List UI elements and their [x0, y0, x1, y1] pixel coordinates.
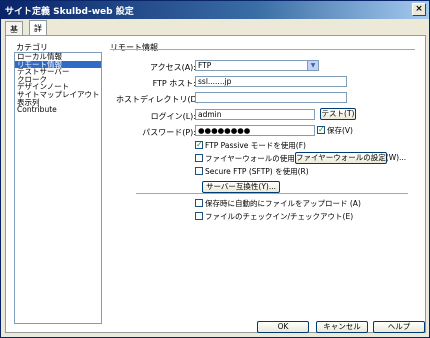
cancel-button[interactable]: キャンセル	[316, 321, 368, 333]
save-checkbox-label: 保存(V)	[327, 126, 353, 135]
auto-upload-checkbox-label: 保存時に自動的にファイルをアップロード (A)	[205, 199, 361, 208]
chevron-down-icon: ▼	[307, 61, 318, 70]
host-directory-label: ホストディレクトリ(D):	[116, 95, 203, 104]
title-bar: サイト定義 Skulbd-web 設定 ×	[1, 1, 429, 19]
site-definition-dialog: サイト定義 Skulbd-web 設定 × 基本 詳細設定 カテゴリ ローカル情…	[0, 0, 430, 338]
close-button[interactable]: ×	[412, 3, 426, 16]
help-button[interactable]: ヘルプ	[373, 321, 425, 333]
tab-advanced[interactable]: 詳細設定	[29, 20, 47, 66]
firewall-checkbox-box[interactable]	[195, 154, 203, 162]
checkin-checkbox-box[interactable]	[195, 212, 203, 220]
ftp-host-input[interactable]: ssl.......jp	[195, 76, 347, 87]
save-password-checkbox[interactable]: 保存(V)	[317, 125, 353, 135]
category-list[interactable]: ローカル情報 リモート情報 テストサーバー クローク デザインノート サイトマップレイアウ…	[14, 52, 102, 324]
sftp-checkbox[interactable]: Secure FTP (SFTP) を使用(R)	[195, 167, 309, 176]
sftp-checkbox-label: Secure FTP (SFTP) を使用(R)	[205, 167, 309, 176]
section-title: リモート情報	[110, 43, 158, 52]
firewall-checkbox[interactable]: ファイヤーウォールの使用(U)	[195, 154, 306, 163]
tab-basic[interactable]: 基本	[5, 21, 23, 45]
passive-checkbox-label: FTP Passive モードを使用(F)	[205, 141, 306, 150]
save-checkbox-box[interactable]	[317, 125, 325, 134]
server-compatibility-button[interactable]: サーバー互換性(Y)...	[202, 181, 280, 193]
auto-upload-checkbox[interactable]: 保存時に自動的にファイルをアップロード (A)	[195, 199, 361, 208]
options-divider	[136, 193, 408, 194]
ftp-host-label: FTP ホスト:	[152, 79, 196, 88]
section-divider	[110, 49, 415, 50]
checkin-checkbox-label: ファイルのチェックイン/チェックアウト(E)	[205, 212, 354, 221]
auto-upload-checkbox-box[interactable]	[195, 199, 203, 207]
firewall-settings-button[interactable]: ファイヤーウォールの設定(W)...	[295, 152, 406, 164]
category-item[interactable]: Contribute	[15, 106, 101, 114]
access-value: FTP	[198, 61, 212, 70]
login-label: ログイン(L):	[150, 112, 196, 121]
checkin-checkout-checkbox[interactable]: ファイルのチェックイン/チェックアウト(E)	[195, 212, 353, 221]
advanced-panel: カテゴリ ローカル情報 リモート情報 テストサーバー クローク デザインノート サイトマッ…	[5, 35, 426, 333]
host-directory-input[interactable]	[195, 92, 347, 103]
window-title: サイト定義 Skulbd-web 設定	[5, 7, 134, 17]
test-button[interactable]: テスト(T)	[320, 108, 356, 120]
access-label: アクセス(A):	[149, 63, 196, 72]
passive-mode-checkbox[interactable]: FTP Passive モードを使用(F)	[195, 140, 306, 150]
access-select[interactable]: FTP ▼	[195, 60, 319, 71]
sftp-checkbox-box[interactable]	[195, 167, 203, 175]
password-input[interactable]: ●●●●●●●●	[195, 125, 315, 136]
password-label: パスワード(P):	[142, 128, 196, 137]
login-input[interactable]: admin	[195, 109, 315, 120]
firewall-checkbox-label: ファイヤーウォールの使用(U)	[205, 154, 307, 163]
ok-button[interactable]: OK	[257, 321, 309, 333]
passive-checkbox-box[interactable]	[195, 140, 203, 149]
